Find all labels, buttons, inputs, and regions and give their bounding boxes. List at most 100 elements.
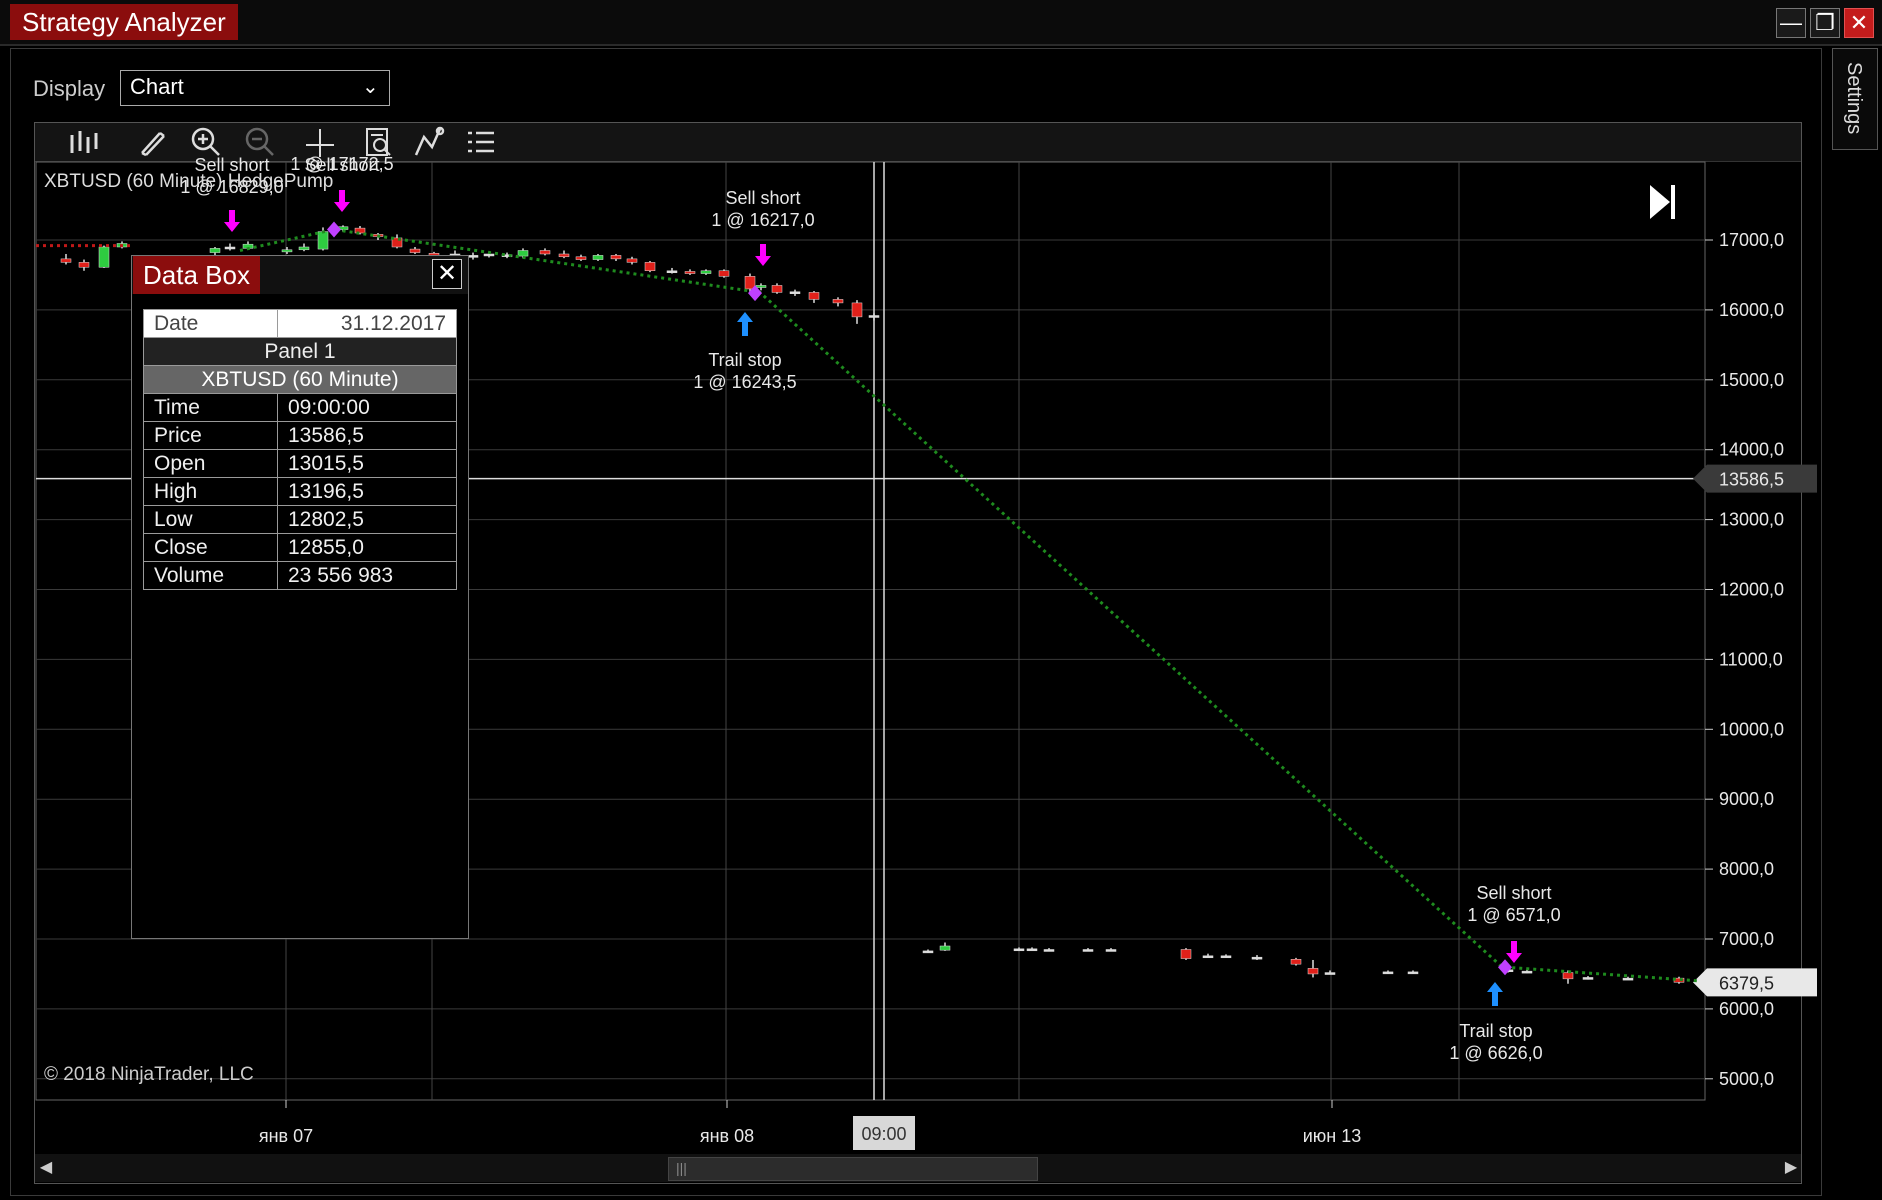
crosshair-time-label: 09:00 xyxy=(861,1124,906,1144)
annotation-label: Trail stop xyxy=(708,350,781,370)
candle-body xyxy=(1324,972,1336,975)
row-value: 13586,5 xyxy=(277,421,457,450)
copyright-text: © 2018 NinjaTrader, LLC xyxy=(44,1064,254,1085)
candle-body xyxy=(771,285,783,293)
y-tick-label: 9000,0 xyxy=(1719,789,1774,809)
candle-body xyxy=(60,258,72,263)
annotation-detail: 1 @ 16243,5 xyxy=(693,372,796,392)
candle-body xyxy=(209,248,221,253)
x-tick-label: июн 13 xyxy=(1303,1126,1362,1146)
close-icon[interactable]: ✕ xyxy=(432,259,462,289)
candle-body xyxy=(832,299,844,304)
candle-body xyxy=(1622,977,1634,981)
row-label: Price xyxy=(143,421,278,450)
candle-body xyxy=(755,285,767,288)
candle-body xyxy=(78,262,90,268)
candle-body xyxy=(409,248,421,253)
table-row: Date 31.12.2017 xyxy=(143,309,457,338)
candle-body xyxy=(684,271,696,274)
table-row: Price 13586,5 xyxy=(143,421,457,450)
candle-body xyxy=(1290,959,1302,965)
candle-body xyxy=(467,255,479,258)
candle-body xyxy=(1562,972,1574,980)
candle-body xyxy=(1307,968,1319,975)
row-value: 13015,5 xyxy=(277,449,457,478)
x-tick-label: янв 07 xyxy=(259,1126,313,1146)
candle-body xyxy=(317,231,329,250)
sell-short-arrow-icon xyxy=(755,244,771,266)
scrollbar-thumb[interactable] xyxy=(668,1157,1038,1181)
y-tick-label: 8000,0 xyxy=(1719,859,1774,879)
candle-body xyxy=(1521,970,1533,974)
candle-body xyxy=(1251,956,1263,960)
row-label: Low xyxy=(143,505,278,534)
candle-body xyxy=(666,270,678,274)
candle-body xyxy=(700,270,712,274)
sell-short-arrow-icon xyxy=(1506,941,1522,963)
x-tick-label: янв 08 xyxy=(700,1126,754,1146)
last-price-label: 6379,5 xyxy=(1719,973,1774,993)
candle-body xyxy=(1202,955,1214,959)
candle-body xyxy=(868,315,880,318)
panel-label: Panel 1 xyxy=(143,337,457,366)
candle-body xyxy=(1013,948,1025,952)
scroll-right-icon[interactable]: ▶ xyxy=(1782,1156,1800,1180)
candle-body xyxy=(592,255,604,260)
execution-marker xyxy=(327,221,341,238)
annotation-label: Sell short xyxy=(1476,883,1551,903)
table-row: High 13196,5 xyxy=(143,477,457,506)
candle-body xyxy=(626,258,638,263)
sell-short-arrow-icon xyxy=(224,210,240,232)
candle-body xyxy=(1382,971,1394,975)
row-value: 23 556 983 xyxy=(277,561,457,590)
trail-stop-arrow-icon xyxy=(1487,982,1503,1006)
table-row: Open 13015,5 xyxy=(143,449,457,478)
execution-marker xyxy=(1498,959,1512,976)
table-row: XBTUSD (60 Minute) xyxy=(143,365,457,394)
row-value: 12855,0 xyxy=(277,533,457,562)
table-row: Time 09:00:00 xyxy=(143,393,457,422)
annotation-label: Sell short xyxy=(725,188,800,208)
scroll-to-end-icon xyxy=(1650,185,1670,219)
candle-body xyxy=(922,950,934,954)
candle-body xyxy=(281,249,293,253)
row-value: 12802,5 xyxy=(277,505,457,534)
candle-body xyxy=(851,302,863,318)
candle-body xyxy=(1407,971,1419,975)
scroll-left-icon[interactable]: ◀ xyxy=(37,1156,55,1180)
y-tick-label: 16000,0 xyxy=(1719,300,1784,320)
table-row: Volume 23 556 983 xyxy=(143,561,457,590)
table-row: Close 12855,0 xyxy=(143,533,457,562)
series-label: XBTUSD (60 Minute) HedgePump xyxy=(44,171,334,192)
y-tick-label: 7000,0 xyxy=(1719,929,1774,949)
y-tick-label: 11000,0 xyxy=(1719,649,1783,669)
candle-body xyxy=(298,246,310,251)
row-label: Close xyxy=(143,533,278,562)
y-tick-label: 6000,0 xyxy=(1719,999,1774,1019)
date-label: Date xyxy=(143,309,278,338)
annotation-detail: 1 @ 16217,0 xyxy=(711,210,814,230)
row-value: 09:00:00 xyxy=(277,393,457,422)
candle-body xyxy=(718,270,730,277)
candle-body xyxy=(1043,949,1055,952)
candle-body xyxy=(1582,977,1594,980)
candle-body xyxy=(1105,949,1117,952)
y-tick-label: 13000,0 xyxy=(1719,510,1784,530)
candle-body xyxy=(517,250,529,257)
y-tick-label: 5000,0 xyxy=(1719,1069,1774,1089)
candle-body xyxy=(644,262,656,272)
series-name: XBTUSD (60 Minute) xyxy=(143,365,457,394)
crosshair-price-label: 13586,5 xyxy=(1719,470,1784,490)
grip-icon: ||| xyxy=(676,1160,687,1176)
sell-short-arrow-icon xyxy=(334,190,350,212)
candle-body xyxy=(1026,948,1038,952)
table-row: Low 12802,5 xyxy=(143,505,457,534)
candle-body xyxy=(939,945,951,951)
candle-body xyxy=(610,255,622,260)
y-tick-label: 10000,0 xyxy=(1719,719,1784,739)
candle-body xyxy=(808,292,820,300)
y-tick-label: 14000,0 xyxy=(1719,440,1784,460)
candle-body xyxy=(1082,949,1094,952)
row-label: Volume xyxy=(143,561,278,590)
candle-body xyxy=(575,256,587,260)
